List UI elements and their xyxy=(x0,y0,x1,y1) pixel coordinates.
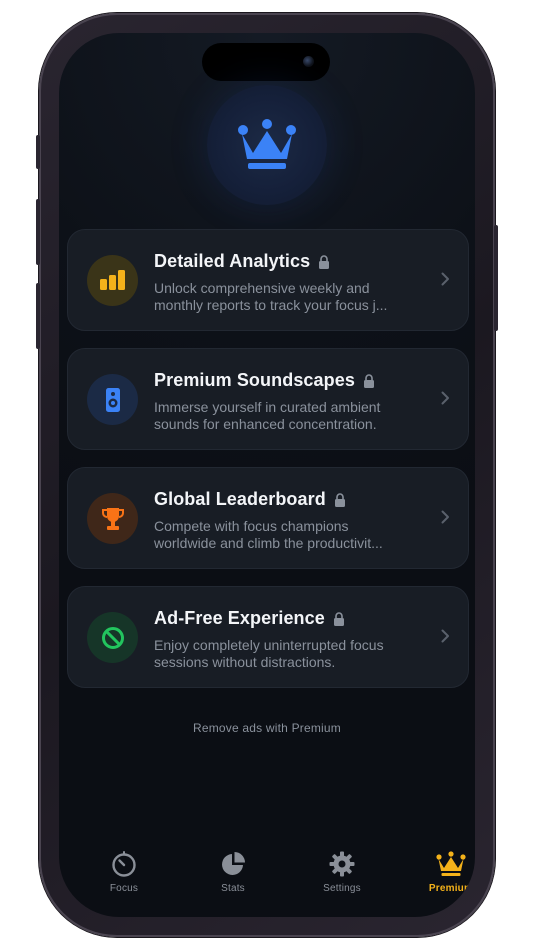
gear-icon xyxy=(329,851,355,877)
premium-hero-badge xyxy=(207,85,327,205)
timer-icon xyxy=(112,851,136,877)
tab-focus[interactable]: Focus xyxy=(84,851,164,894)
remove-ads-note: Remove ads with Premium xyxy=(193,721,341,735)
dynamic-island xyxy=(202,43,330,81)
lock-icon xyxy=(319,254,330,269)
front-camera xyxy=(303,56,314,67)
feature-description: Immerse yourself in curated ambient soun… xyxy=(154,399,381,432)
feature-card-global-leaderboard[interactable]: Global Leaderboard Compete with focus ch… xyxy=(67,467,469,569)
feature-card-premium-soundscapes[interactable]: Premium Soundscapes Immerse yourself in … xyxy=(67,348,469,450)
lock-icon xyxy=(333,611,344,626)
feature-title: Ad-Free Experience xyxy=(154,608,325,628)
action-button xyxy=(36,135,40,169)
feature-icon-circle xyxy=(87,374,138,425)
crown-icon xyxy=(238,119,296,169)
feature-card-detailed-analytics[interactable]: Detailed Analytics Unlock comprehensive … xyxy=(67,229,469,331)
feature-description: Enjoy completely uninterrupted focus ses… xyxy=(154,637,384,670)
feature-icon-circle xyxy=(87,493,138,544)
pie-chart-icon xyxy=(222,852,245,875)
feature-title: Detailed Analytics xyxy=(154,251,311,271)
feature-title: Global Leaderboard xyxy=(154,489,326,509)
lock-icon xyxy=(363,373,374,388)
tab-label: Premium xyxy=(428,883,474,894)
power-button xyxy=(494,225,498,331)
chevron-right-icon xyxy=(441,272,449,286)
volume-up-button xyxy=(36,199,40,265)
feature-icon-circle xyxy=(87,255,138,306)
chevron-right-icon xyxy=(441,629,449,643)
feature-description: Compete with focus champions worldwide a… xyxy=(154,518,383,551)
lock-icon xyxy=(334,492,345,507)
feature-icon-circle xyxy=(87,612,138,663)
bar-chart-icon xyxy=(100,270,125,290)
feature-description: Unlock comprehensive weekly and monthly … xyxy=(154,280,388,313)
tab-bar: Focus Stats Settings Premium xyxy=(59,851,475,917)
tab-label: Focus xyxy=(109,883,139,894)
speaker-icon xyxy=(106,388,120,412)
feature-title: Premium Soundscapes xyxy=(154,370,355,390)
tab-premium[interactable]: Premium xyxy=(411,851,475,894)
tab-label: Settings xyxy=(323,883,361,894)
volume-down-button xyxy=(36,283,40,349)
feature-card-ad-free-experience[interactable]: Ad-Free Experience Enjoy completely unin… xyxy=(67,586,469,688)
app-screen: Detailed Analytics Unlock comprehensive … xyxy=(59,33,475,917)
no-ads-icon xyxy=(102,627,124,649)
chevron-right-icon xyxy=(441,391,449,405)
crown-icon xyxy=(436,851,466,876)
chevron-right-icon xyxy=(441,510,449,524)
tab-stats[interactable]: Stats xyxy=(193,851,273,894)
tab-settings[interactable]: Settings xyxy=(302,851,382,894)
phone-frame: Detailed Analytics Unlock comprehensive … xyxy=(36,13,498,937)
tab-label: Stats xyxy=(221,883,245,894)
trophy-icon xyxy=(102,508,124,530)
